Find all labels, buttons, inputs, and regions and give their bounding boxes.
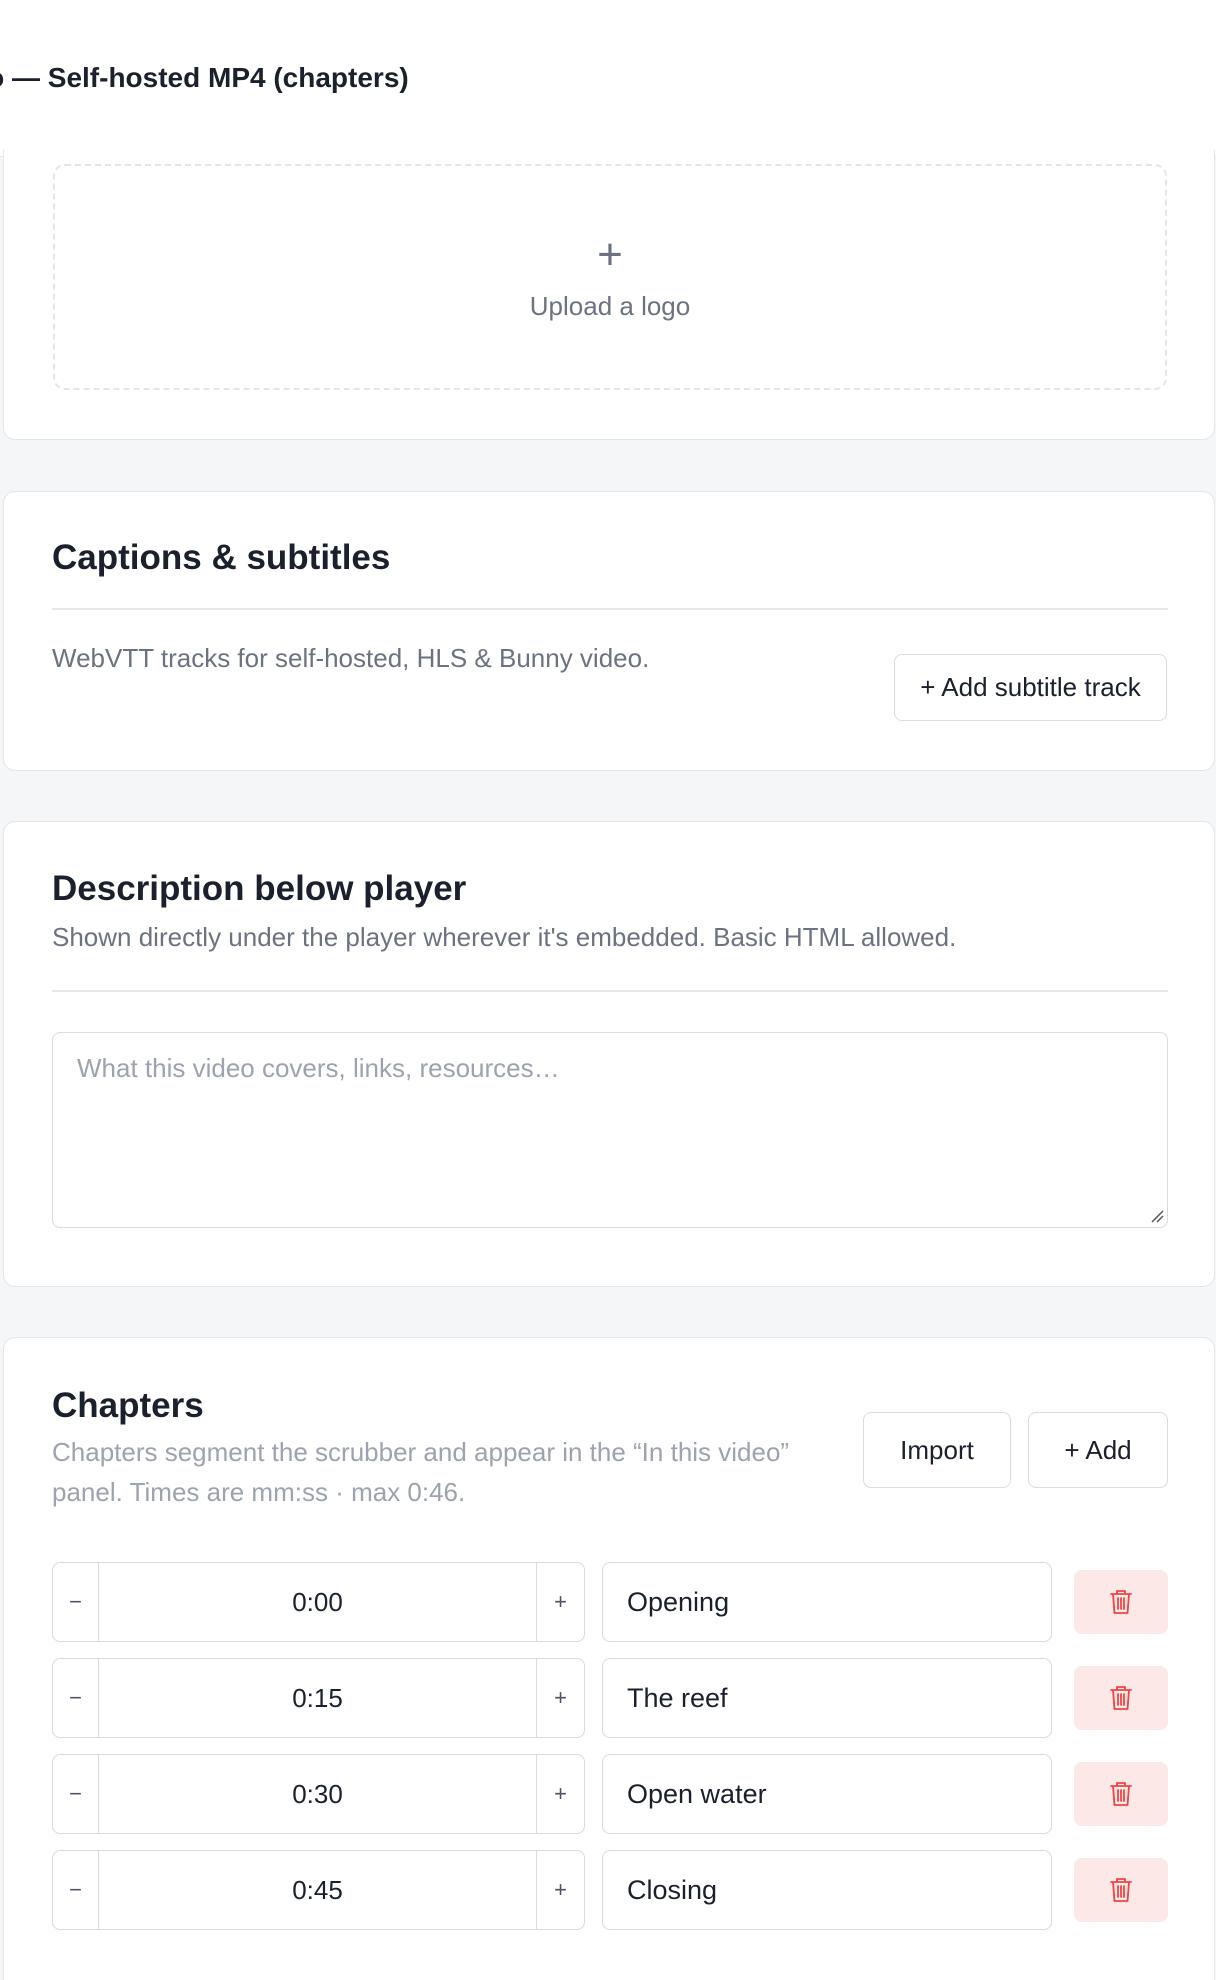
time-stepper: − 0:30 + [52, 1754, 585, 1834]
captions-description: WebVTT tracks for self-hosted, HLS & Bun… [52, 643, 650, 673]
chapters-title: Chapters [52, 1386, 204, 1425]
increment-time-button[interactable]: + [536, 1563, 584, 1641]
chapter-time[interactable]: 0:45 [99, 1851, 536, 1929]
chapter-title-input[interactable]: Open water [602, 1754, 1052, 1834]
chapter-title-input[interactable]: Opening [602, 1562, 1052, 1642]
delete-chapter-button[interactable] [1074, 1570, 1168, 1634]
time-stepper: − 0:45 + [52, 1850, 585, 1930]
resize-grip-icon[interactable] [1150, 1209, 1164, 1223]
description-card: Description below player Shown directly … [3, 821, 1215, 1287]
decrement-time-button[interactable]: − [53, 1755, 99, 1833]
trash-icon [1110, 1878, 1132, 1902]
chapters-subtitle-line2: panel. Times are mm:ss · max 0:46. [52, 1477, 466, 1507]
divider [52, 608, 1168, 610]
chapter-row: − 0:00 + Opening [52, 1562, 1168, 1642]
add-subtitle-track-button[interactable]: + Add subtitle track [894, 654, 1167, 721]
description-textarea[interactable] [52, 1032, 1168, 1228]
chapter-row: − 0:15 + The reef [52, 1658, 1168, 1738]
logo-card: + Upload a logo [3, 150, 1215, 440]
chapter-row: − 0:45 + Closing [52, 1850, 1168, 1930]
upload-logo-label: Upload a logo [529, 290, 691, 321]
divider [52, 990, 1168, 992]
time-stepper: − 0:00 + [52, 1562, 585, 1642]
increment-time-button[interactable]: + [536, 1755, 584, 1833]
decrement-time-button[interactable]: − [53, 1851, 99, 1929]
decrement-time-button[interactable]: − [53, 1659, 99, 1737]
chapter-time[interactable]: 0:30 [99, 1755, 536, 1833]
import-button[interactable]: Import [863, 1412, 1011, 1488]
chapter-time[interactable]: 0:00 [99, 1563, 536, 1641]
trash-icon [1110, 1590, 1132, 1614]
page-title: no — Self-hosted MP4 (chapters) [0, 62, 409, 93]
top-bar: no — Self-hosted MP4 (chapters) [0, 0, 1216, 157]
captions-card: Captions & subtitles WebVTT tracks for s… [3, 491, 1215, 771]
captions-title: Captions & subtitles [52, 538, 391, 577]
delete-chapter-button[interactable] [1074, 1858, 1168, 1922]
add-chapter-button[interactable]: + Add [1028, 1412, 1168, 1488]
chapter-title-input[interactable]: Closing [602, 1850, 1052, 1930]
description-subtitle: Shown directly under the player wherever… [52, 922, 957, 952]
plus-icon: + [597, 229, 623, 279]
decrement-time-button[interactable]: − [53, 1563, 99, 1641]
logo-upload-dropzone[interactable]: + Upload a logo [53, 164, 1167, 390]
trash-icon [1110, 1782, 1132, 1806]
chapter-row: − 0:30 + Open water [52, 1754, 1168, 1834]
description-title: Description below player [52, 869, 467, 908]
delete-chapter-button[interactable] [1074, 1762, 1168, 1826]
chapters-card: Chapters Chapters segment the scrubber a… [3, 1337, 1215, 1980]
increment-time-button[interactable]: + [536, 1659, 584, 1737]
chapter-title-input[interactable]: The reef [602, 1658, 1052, 1738]
chapters-subtitle-line1: Chapters segment the scrubber and appear… [52, 1437, 790, 1467]
time-stepper: − 0:15 + [52, 1658, 585, 1738]
increment-time-button[interactable]: + [536, 1851, 584, 1929]
trash-icon [1110, 1686, 1132, 1710]
chapter-time[interactable]: 0:15 [99, 1659, 536, 1737]
delete-chapter-button[interactable] [1074, 1666, 1168, 1730]
